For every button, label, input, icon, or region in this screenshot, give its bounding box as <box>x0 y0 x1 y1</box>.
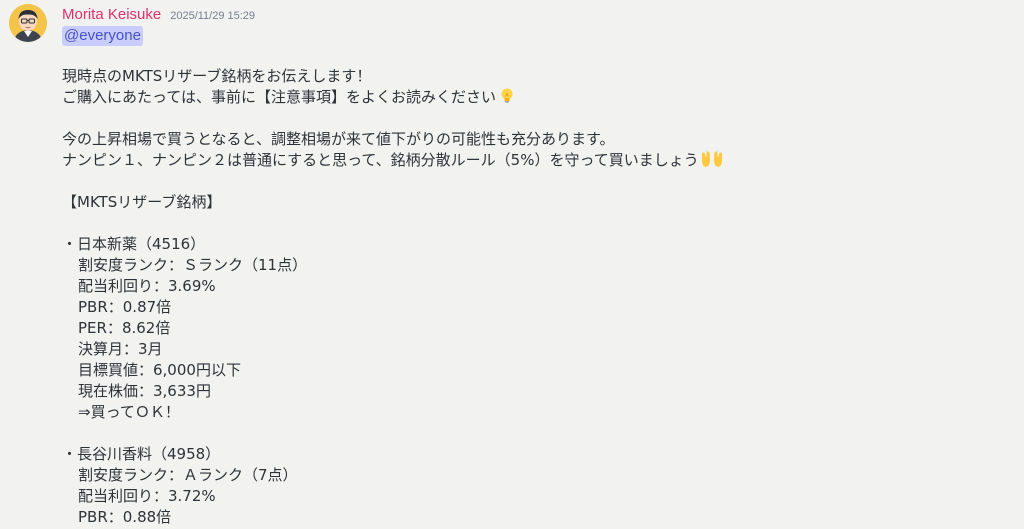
stock-name: ・長谷川香料（4958） <box>62 445 221 463</box>
stock-verdict: ⇒買ってＯＫ！ <box>78 403 180 421</box>
stock-settlement: 決算月：3月 <box>78 340 163 358</box>
light-bulb-icon <box>498 87 516 105</box>
paragraph-line-2: ナンピン１、ナンピン２は普通にすると思って、銘柄分散ルール（5%）を守って買いま… <box>62 150 1002 171</box>
stock-entry: ・日本新薬（4516） 割安度ランク：Ｓランク（11点） 配当利回り：3.69%… <box>62 234 1002 423</box>
stock-per: PER：8.62倍 <box>78 319 171 337</box>
stock-pbr: PBR：0.88倍 <box>78 508 172 526</box>
stock-rank: 割安度ランク：Ａランク（7点） <box>78 466 298 484</box>
stock-entry: ・長谷川香料（4958） 割安度ランク：Ａランク（7点） 配当利回り：3.72%… <box>62 444 1002 528</box>
user-avatar[interactable] <box>9 4 47 42</box>
stock-dividend: 配当利回り：3.72% <box>78 487 216 505</box>
paragraph-line-1: 今の上昇相場で買うとなると、調整相場が来て値下がりの可能性も充分あります。 <box>62 130 615 148</box>
stock-target-price: 目標買値：6,000円以下 <box>78 361 241 379</box>
section-title: 【MKTSリザーブ銘柄】 <box>62 193 222 211</box>
message-body: 現時点のMKTSリザーブ銘柄をお伝えします！ ご購入にあたっては、事前に【注意事… <box>62 66 1002 528</box>
message-timestamp: 2025/11/29 15:29 <box>170 10 256 22</box>
intro-line-2: ご購入にあたっては、事前に【注意事項】をよくお読みください <box>62 87 1002 108</box>
avatar-portrait-icon <box>9 4 47 42</box>
raising-hands-icon <box>701 150 722 168</box>
intro-line-2-text: ご購入にあたっては、事前に【注意事項】をよくお読みください <box>62 88 496 106</box>
stock-rank: 割安度ランク：Ｓランク（11点） <box>78 256 308 274</box>
chat-message: Morita Keisuke 2025/11/29 15:29 @everyon… <box>0 0 1024 529</box>
stock-current-price: 現在株価：3,633円 <box>78 382 211 400</box>
stock-name: ・日本新薬（4516） <box>62 235 206 253</box>
paragraph-line-2-text: ナンピン１、ナンピン２は普通にすると思って、銘柄分散ルール（5%）を守って買いま… <box>62 151 699 169</box>
message-header: Morita Keisuke 2025/11/29 15:29 <box>62 6 255 26</box>
author-name[interactable]: Morita Keisuke <box>62 6 161 23</box>
intro-line-1: 現時点のMKTSリザーブ銘柄をお伝えします！ <box>62 67 372 85</box>
stock-pbr: PBR：0.87倍 <box>78 298 172 316</box>
everyone-mention[interactable]: @everyone <box>62 26 143 46</box>
stock-dividend: 配当利回り：3.69% <box>78 277 216 295</box>
